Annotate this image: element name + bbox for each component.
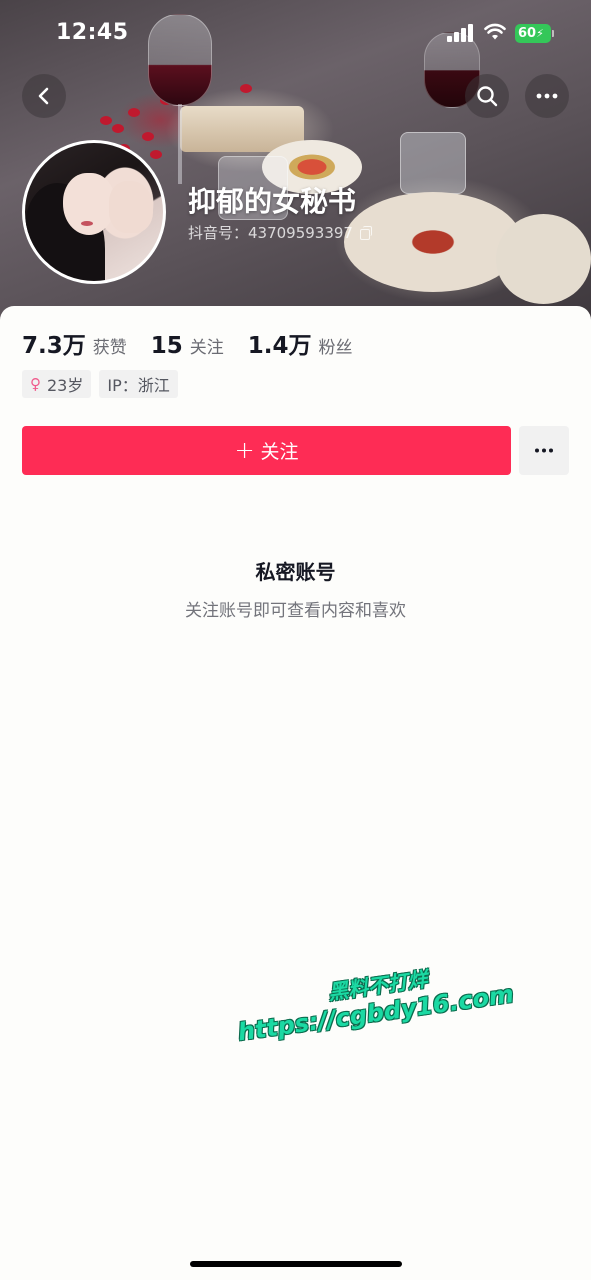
- ip-text: IP：浙江: [107, 376, 170, 395]
- wifi-icon: [484, 23, 506, 40]
- more-options-button[interactable]: [525, 74, 569, 118]
- age-tag: ♀ 23岁: [22, 370, 92, 398]
- chevron-left-icon: [38, 87, 49, 105]
- more-dots-icon: [536, 93, 558, 99]
- more-actions-button[interactable]: [519, 426, 569, 475]
- nickname: 抑郁的女秘书: [188, 185, 357, 218]
- private-account-title: 私密账号: [255, 560, 336, 584]
- douyin-id[interactable]: 抖音号：43709593397: [188, 222, 373, 243]
- stat-value: 7.3万: [22, 333, 86, 359]
- copy-icon[interactable]: [359, 225, 373, 240]
- battery-icon: 60⚡: [515, 24, 554, 43]
- status-time: 12:45: [56, 20, 129, 45]
- private-account-description: 关注账号即可查看内容和喜欢: [185, 601, 406, 621]
- stat-label: 粉丝: [318, 338, 353, 358]
- female-icon: ♀: [30, 375, 41, 393]
- signal-icon: [447, 24, 475, 42]
- back-button[interactable]: [22, 74, 66, 118]
- status-bar: 12:45 60⚡: [0, 0, 591, 68]
- more-dots-icon: [535, 448, 553, 453]
- stats-row: 7.3万 获赞 15 关注 1.4万 粉丝: [22, 326, 377, 360]
- douyin-id-text: 抖音号：43709593397: [188, 224, 353, 242]
- stat-likes[interactable]: 7.3万 获赞: [22, 326, 127, 360]
- stat-label: 获赞: [92, 338, 127, 358]
- search-icon: [477, 86, 498, 107]
- follow-label: 关注: [260, 441, 299, 463]
- age-text: 23岁: [47, 376, 84, 395]
- follow-button[interactable]: + 关注: [22, 426, 511, 475]
- search-button[interactable]: [465, 74, 509, 118]
- stat-label: 关注: [189, 338, 224, 358]
- avatar[interactable]: [22, 140, 166, 284]
- stat-value: 1.4万: [247, 333, 312, 359]
- stat-following[interactable]: 15 关注: [151, 333, 224, 359]
- stat-followers[interactable]: 1.4万 粉丝: [248, 326, 353, 360]
- plus-icon: +: [234, 435, 255, 464]
- home-indicator[interactable]: [190, 1261, 402, 1267]
- ip-tag: IP：浙江: [99, 370, 178, 398]
- stat-value: 15: [150, 333, 183, 359]
- profile-tags: ♀ 23岁 IP：浙江: [22, 370, 178, 398]
- battery-level: 60: [518, 26, 537, 41]
